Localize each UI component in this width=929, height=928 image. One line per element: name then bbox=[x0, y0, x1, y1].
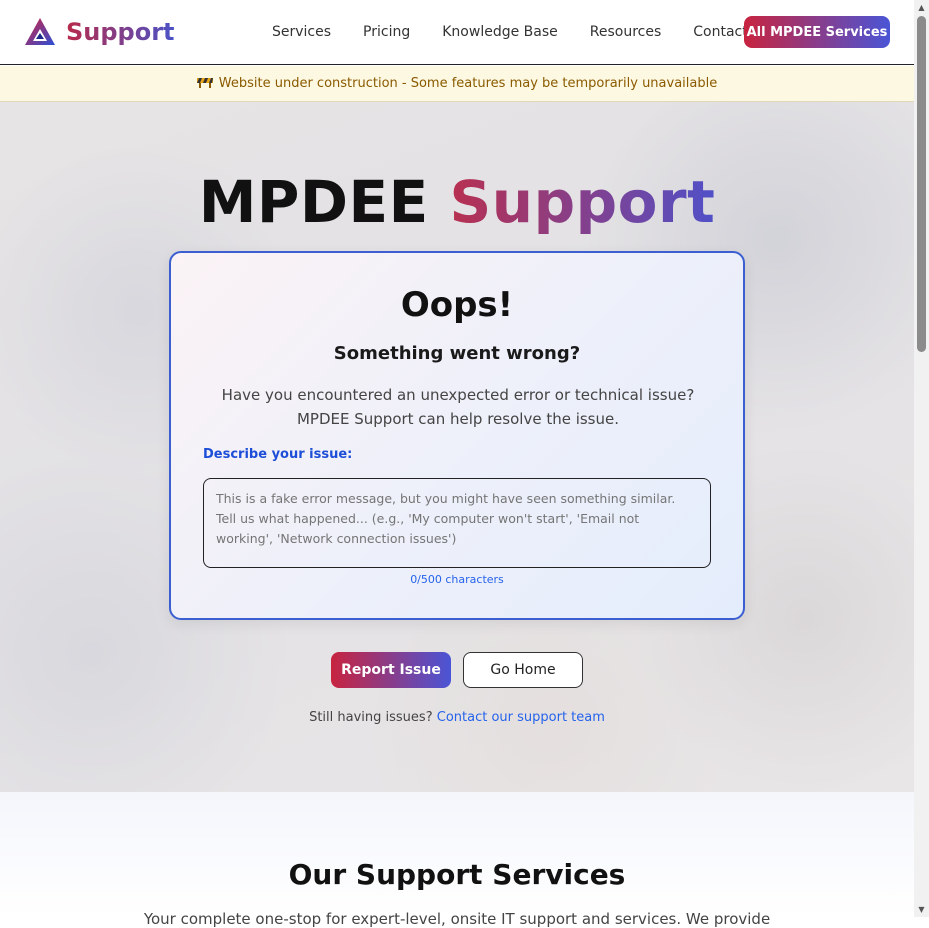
construction-banner: Website under construction - Some featur… bbox=[0, 66, 914, 102]
help-prefix: Still having issues? bbox=[309, 710, 433, 725]
logo-triangle-icon bbox=[25, 18, 55, 45]
nav-contact[interactable]: Contact bbox=[693, 24, 747, 40]
nav-services[interactable]: Services bbox=[272, 24, 331, 40]
main-nav: Services Pricing Knowledge Base Resource… bbox=[256, 0, 764, 64]
error-card: Oops! Something went wrong? Have you enc… bbox=[169, 251, 745, 620]
character-counter: 0/500 characters bbox=[410, 573, 504, 586]
hero-title-main: MPDEE bbox=[198, 168, 429, 236]
hero-title: MPDEE Support bbox=[0, 168, 914, 236]
services-title: Our Support Services bbox=[288, 858, 626, 891]
all-services-button[interactable]: All MPDEE Services bbox=[744, 16, 890, 48]
hero-section: MPDEE Support Oops! Something went wrong… bbox=[0, 102, 914, 792]
nav-knowledge-base[interactable]: Knowledge Base bbox=[442, 24, 558, 40]
help-text: Still having issues? Contact our support… bbox=[0, 710, 914, 725]
contact-support-link[interactable]: Contact our support team bbox=[437, 710, 605, 725]
issue-textarea[interactable] bbox=[203, 478, 711, 568]
error-description: Have you encountered an unexpected error… bbox=[221, 386, 695, 428]
banner-text: Website under construction - Some featur… bbox=[218, 76, 718, 91]
issue-field-label: Describe your issue: bbox=[203, 447, 353, 462]
nav-resources[interactable]: Resources bbox=[590, 24, 662, 40]
report-issue-button[interactable]: Report Issue bbox=[331, 652, 451, 688]
error-heading: Oops! bbox=[400, 285, 514, 325]
nav-pricing[interactable]: Pricing bbox=[363, 24, 410, 40]
scrollbar-thumb[interactable] bbox=[917, 16, 926, 352]
services-description: Your complete one-stop for expert-level,… bbox=[143, 910, 771, 928]
site-header: Support Services Pricing Knowledge Base … bbox=[0, 0, 914, 65]
logo-text: Support bbox=[66, 18, 175, 46]
construction-barrier-icon bbox=[196, 76, 213, 91]
scroll-down-arrow-icon[interactable]: ▼ bbox=[914, 902, 929, 917]
error-subheading: Something went wrong? bbox=[333, 343, 581, 364]
hero-title-accent: Support bbox=[449, 168, 716, 236]
page-scrollbar[interactable]: ▲ ▼ bbox=[914, 0, 929, 917]
logo[interactable]: Support bbox=[24, 17, 175, 47]
go-home-button[interactable]: Go Home bbox=[463, 652, 583, 688]
services-section: Our Support Services Your complete one-s… bbox=[0, 792, 914, 928]
scroll-up-arrow-icon[interactable]: ▲ bbox=[914, 0, 929, 15]
